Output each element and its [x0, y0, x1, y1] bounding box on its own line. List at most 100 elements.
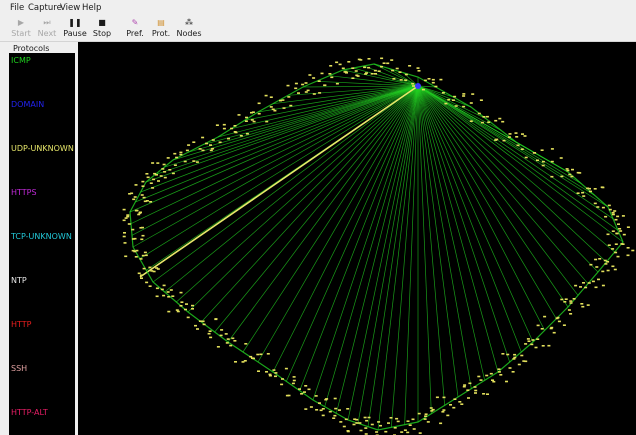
graph-node[interactable] — [191, 304, 194, 307]
graph-node[interactable] — [209, 336, 213, 339]
graph-node[interactable] — [364, 73, 368, 75]
graph-node[interactable] — [187, 144, 191, 146]
graph-node[interactable] — [142, 196, 146, 199]
graph-node[interactable] — [505, 380, 508, 383]
graph-node[interactable] — [224, 333, 228, 335]
graph-node[interactable] — [491, 379, 494, 381]
graph-node[interactable] — [264, 94, 268, 97]
graph-node[interactable] — [581, 305, 585, 308]
graph-node[interactable] — [501, 120, 505, 123]
graph-node[interactable] — [148, 266, 152, 269]
graph-node[interactable] — [135, 209, 139, 212]
graph-node[interactable] — [595, 266, 599, 268]
graph-node[interactable] — [335, 61, 339, 64]
graph-node[interactable] — [328, 410, 332, 413]
graph-node[interactable] — [434, 85, 438, 88]
graph-node[interactable] — [314, 395, 318, 397]
graph-node[interactable] — [564, 298, 568, 300]
graph-node[interactable] — [387, 422, 390, 424]
graph-node[interactable] — [431, 408, 435, 411]
graph-node[interactable] — [166, 291, 170, 293]
graph-node[interactable] — [536, 338, 540, 340]
graph-node[interactable] — [399, 79, 403, 81]
graph-node[interactable] — [524, 156, 528, 159]
graph-node[interactable] — [474, 392, 477, 394]
graph-node[interactable] — [257, 370, 260, 372]
protocol-http[interactable]: HTTP — [11, 320, 31, 329]
graph-node[interactable] — [530, 343, 534, 346]
graph-node[interactable] — [417, 70, 421, 72]
graph-node[interactable] — [417, 412, 421, 415]
graph-node[interactable] — [179, 151, 183, 154]
graph-node[interactable] — [593, 202, 597, 205]
graph-node[interactable] — [611, 248, 615, 250]
graph-node[interactable] — [137, 213, 141, 216]
graph-node[interactable] — [196, 328, 199, 330]
graph-node[interactable] — [325, 398, 329, 400]
graph-node[interactable] — [256, 353, 260, 356]
graph-node[interactable] — [308, 74, 312, 76]
graph-node[interactable] — [439, 422, 443, 425]
graph-node[interactable] — [252, 357, 255, 360]
graph-node[interactable] — [416, 67, 420, 69]
graph-node[interactable] — [597, 278, 600, 281]
graph-node[interactable] — [292, 376, 296, 378]
graph-node[interactable] — [233, 125, 237, 127]
graph-node[interactable] — [614, 251, 618, 254]
graph-node[interactable] — [520, 148, 524, 150]
graph-node[interactable] — [541, 164, 545, 167]
graph-node[interactable] — [215, 124, 219, 126]
graph-node[interactable] — [458, 401, 462, 403]
graph-node[interactable] — [319, 409, 323, 412]
graph-node[interactable] — [485, 374, 489, 377]
graph-node[interactable] — [294, 87, 298, 90]
graph-node[interactable] — [287, 96, 291, 98]
graph-node[interactable] — [274, 375, 277, 378]
graph-node[interactable] — [149, 201, 153, 203]
graph-node[interactable] — [192, 141, 196, 143]
graph-node[interactable] — [547, 344, 551, 347]
graph-node[interactable] — [449, 404, 452, 406]
graph-node[interactable] — [613, 210, 617, 212]
graph-node[interactable] — [618, 228, 622, 230]
graph-node[interactable] — [557, 320, 561, 323]
graph-node[interactable] — [404, 79, 408, 81]
graph-node[interactable] — [179, 305, 183, 307]
graph-node[interactable] — [320, 72, 324, 75]
graph-node[interactable] — [156, 268, 160, 270]
graph-node[interactable] — [227, 137, 230, 140]
graph-node[interactable] — [517, 363, 521, 366]
graph-node[interactable] — [589, 263, 593, 266]
graph-node[interactable] — [482, 393, 486, 395]
graph-node[interactable] — [285, 394, 289, 397]
graph-node[interactable] — [161, 168, 165, 170]
graph-node[interactable] — [318, 402, 321, 404]
graph-node[interactable] — [524, 343, 528, 345]
graph-node[interactable] — [560, 298, 564, 301]
graph-node[interactable] — [157, 180, 160, 182]
graph-node[interactable] — [291, 382, 295, 385]
graph-node[interactable] — [442, 409, 446, 411]
graph-node[interactable] — [185, 303, 188, 305]
graph-node[interactable] — [536, 159, 539, 162]
graph-node[interactable] — [516, 144, 520, 147]
graph-node[interactable] — [446, 414, 450, 417]
graph-node[interactable] — [167, 296, 171, 298]
graph-node[interactable] — [468, 382, 472, 385]
graph-node[interactable] — [286, 84, 290, 87]
graph-node[interactable] — [297, 92, 300, 94]
graph-node[interactable] — [423, 418, 427, 420]
graph-node[interactable] — [497, 368, 501, 370]
graph-node[interactable] — [127, 223, 131, 225]
graph-node[interactable] — [386, 62, 390, 65]
graph-node[interactable] — [469, 102, 473, 104]
graph-node[interactable] — [374, 73, 377, 75]
graph-node[interactable] — [159, 175, 163, 177]
graph-node[interactable] — [351, 67, 355, 69]
graph-node[interactable] — [513, 353, 517, 356]
graph-node[interactable] — [567, 309, 571, 311]
graph-node[interactable] — [377, 421, 381, 423]
graph-node[interactable] — [347, 61, 351, 63]
graph-node[interactable] — [515, 136, 519, 138]
graph-node[interactable] — [626, 247, 630, 249]
